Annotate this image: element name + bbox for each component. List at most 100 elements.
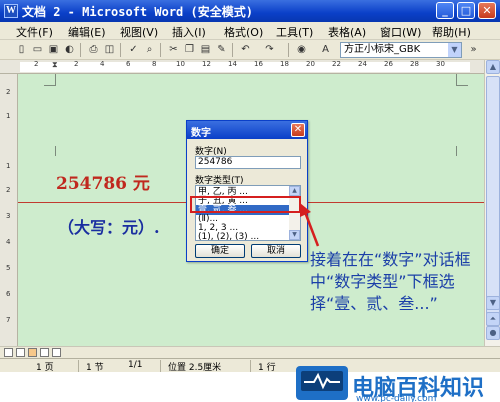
cancel-button[interactable]: 取消 [251, 244, 301, 258]
ruler-number: 20 [306, 60, 315, 68]
menu-edit[interactable]: 编辑(E) [68, 24, 106, 40]
browse-object-icon[interactable]: ● [486, 326, 500, 340]
ruler-strip [20, 62, 470, 72]
dialog-close-icon[interactable]: ✕ [291, 123, 305, 137]
close-button[interactable]: ✕ [478, 2, 496, 19]
ruler-number: 22 [332, 60, 341, 68]
maximize-button[interactable]: □ [457, 2, 475, 19]
ruler-number: 30 [436, 60, 445, 68]
vruler-number: 1 [6, 162, 11, 170]
vertical-ruler: 2 1 1 2 3 4 5 6 7 [0, 74, 18, 346]
margin-corner [456, 146, 468, 156]
monitor-logo-icon [296, 366, 348, 400]
ruler-number: 2 [34, 60, 39, 68]
previous-page-icon[interactable]: ⏶ [486, 312, 500, 326]
vruler-number: 2 [6, 186, 11, 194]
ruler-number: 26 [384, 60, 393, 68]
indent-marker-icon[interactable]: ⧗ [52, 60, 60, 72]
menu-file[interactable]: 文件(F) [16, 24, 53, 40]
redo-icon[interactable]: ↷ [262, 43, 277, 57]
menu-format[interactable]: 格式(O) [224, 24, 263, 40]
status-line: 1 行 [258, 363, 276, 373]
ruler-number: 10 [176, 60, 185, 68]
status-separator [160, 360, 161, 372]
vertical-scrollbar[interactable]: ▲ ▼ ⏶ ● [484, 60, 500, 346]
paste-icon[interactable]: ▤ [198, 43, 213, 57]
minimize-button[interactable]: _ [436, 2, 454, 19]
reading-view-icon[interactable] [52, 348, 61, 357]
status-section: 1 节 [86, 363, 104, 373]
ruler-number: 6 [126, 60, 131, 68]
print-view-icon[interactable] [28, 348, 37, 357]
number-input[interactable]: 254786 [195, 156, 301, 169]
vruler-number: 5 [6, 264, 11, 272]
scroll-up-icon[interactable]: ▲ [486, 60, 500, 74]
toolbar-separator [160, 43, 161, 57]
ruler-number: 2 [74, 60, 79, 68]
undo-icon[interactable]: ↶ [238, 43, 253, 57]
word-app-icon[interactable]: W [4, 4, 18, 18]
new-icon[interactable]: ▯ [14, 43, 29, 57]
scroll-down-icon[interactable]: ▼ [486, 296, 500, 310]
ruler-number: 16 [254, 60, 263, 68]
ruler-number: 24 [358, 60, 367, 68]
spelling-icon[interactable]: ✓ [126, 43, 141, 57]
margin-corner [456, 74, 468, 86]
scroll-thumb[interactable] [486, 76, 500, 326]
print-preview-icon[interactable]: ◫ [102, 43, 117, 57]
permission-icon[interactable]: ◐ [62, 43, 77, 57]
vruler-number: 4 [6, 238, 11, 246]
menu-bar: 文件(F) 编辑(E) 视图(V) 插入(I) 格式(O) 工具(T) 表格(A… [0, 22, 500, 40]
ruler-number: 4 [100, 60, 105, 68]
web-view-icon[interactable] [16, 348, 25, 357]
status-separator [250, 360, 251, 372]
research-icon[interactable]: ⌕ [142, 43, 157, 57]
outline-view-icon[interactable] [40, 348, 49, 357]
menu-help[interactable]: 帮助(H) [432, 24, 471, 40]
status-page: 1 页 [36, 363, 54, 373]
ok-button[interactable]: 确定 [195, 244, 245, 258]
vruler-number: 2 [6, 88, 11, 96]
highlight-box [190, 196, 301, 213]
menu-view[interactable]: 视图(V) [120, 24, 158, 40]
list-scrollbar[interactable]: ▲ ▼ [289, 186, 300, 240]
toolbar-options-icon[interactable]: » [466, 43, 481, 57]
list-scroll-down-icon[interactable]: ▼ [289, 230, 300, 240]
status-page-of: 1/1 [128, 360, 143, 370]
format-painter-icon[interactable]: ✎ [214, 43, 229, 57]
hyperlink-icon[interactable]: ◉ [294, 43, 309, 57]
toolbar-separator [232, 43, 233, 57]
view-bar [0, 346, 500, 358]
save-icon[interactable]: ▣ [46, 43, 61, 57]
cut-icon[interactable]: ✂ [166, 43, 181, 57]
monitor-screen [301, 371, 343, 391]
number-type-list[interactable]: 甲, 乙, 丙 ... 子, 丑, 寅 ... 壹, 贰, 叁 ... (Ⅱ).… [195, 185, 301, 241]
list-item[interactable]: (1), (2), (3) ... [198, 232, 288, 240]
site-logo: 电脑百科知识 www.pc-daily.com [294, 366, 500, 402]
open-icon[interactable]: ▭ [30, 43, 45, 57]
vruler-number: 1 [6, 112, 11, 120]
daxie-line[interactable]: （大写：元）. [58, 214, 160, 238]
normal-view-icon[interactable] [4, 348, 13, 357]
styles-icon[interactable]: A [318, 43, 333, 57]
menu-table[interactable]: 表格(A) [328, 24, 366, 40]
vruler-number: 3 [6, 212, 11, 220]
print-icon[interactable]: ⎙ [86, 43, 101, 57]
title-bar: W 文档 2 - Microsoft Word (安全模式) _ □ ✕ [0, 0, 500, 22]
ruler-number: 14 [228, 60, 237, 68]
copy-icon[interactable]: ❐ [182, 43, 197, 57]
number-dialog: 数字 ✕ 数字(N) 254786 数字类型(T) 甲, 乙, 丙 ... 子,… [186, 120, 308, 262]
menu-window[interactable]: 窗口(W) [380, 24, 421, 40]
standard-toolbar: ▯ ▭ ▣ ◐ ⎙ ◫ ✓ ⌕ ✂ ❐ ▤ ✎ ↶ ↷ ◉ A 方正小标宋_GB… [0, 40, 500, 60]
logo-url: www.pc-daily.com [356, 394, 437, 402]
menu-insert[interactable]: 插入(I) [172, 24, 206, 40]
instruction-annotation: 接着在在“数字”对话框中“数字类型”下框选择“壹、贰、叁...” [310, 250, 471, 313]
number-line[interactable]: 254786 元 [56, 169, 150, 194]
font-name-select[interactable]: 方正小标宋_GBK ▼ [340, 42, 462, 58]
horizontal-ruler: ⧗ 2 2 4 6 8 10 12 14 16 18 20 22 24 26 2… [0, 60, 500, 74]
list-scroll-up-icon[interactable]: ▲ [289, 186, 300, 196]
status-position: 位置 2.5厘米 [168, 363, 222, 373]
menu-tools[interactable]: 工具(T) [276, 24, 313, 40]
chevron-down-icon[interactable]: ▼ [448, 43, 461, 57]
font-name-value: 方正小标宋_GBK [344, 44, 421, 55]
